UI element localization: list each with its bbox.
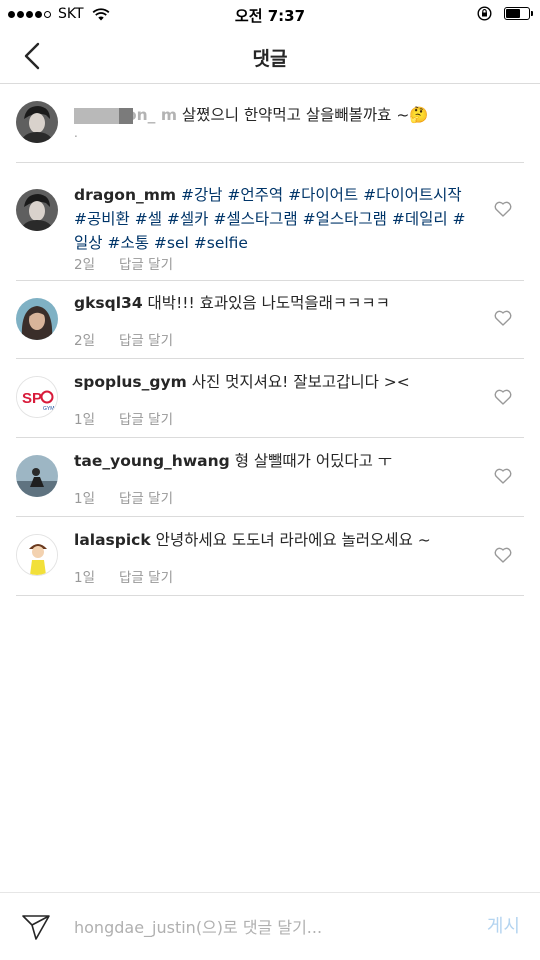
avatar[interactable]: [16, 298, 58, 340]
avatar[interactable]: SP GYM: [16, 376, 58, 418]
comment-text: lalaspick 안녕하세요 도도녀 라라에요 놀러오세요 ~: [74, 528, 478, 552]
username[interactable]: gksql34: [74, 294, 143, 312]
username[interactable]: tae_young_hwang: [74, 452, 230, 470]
like-heart-icon[interactable]: [494, 547, 512, 563]
reply-button[interactable]: 답글 달기: [119, 408, 173, 428]
hashtag[interactable]: #selfie: [194, 234, 248, 252]
reply-button[interactable]: 답글 달기: [119, 487, 173, 507]
comment-meta: 1일 답글 달기: [74, 408, 173, 428]
comment-message: 안녕하세요 도도녀 라라에요 놀러오세요 ~: [155, 531, 431, 549]
redacted-username-part: [118, 107, 133, 124]
battery-icon: [504, 7, 533, 20]
comment-text: tae_young_hwang 형 살뺄때가 어딨다고 ㅜ: [74, 449, 478, 473]
post-button[interactable]: 게시: [487, 912, 520, 938]
like-heart-icon[interactable]: [494, 201, 512, 217]
comment-item: gksql34 대박!!! 효과있음 나도먹을래ㅋㅋㅋㅋ 2일 답글 달기: [16, 281, 524, 359]
nav-bar: 댓글: [0, 30, 540, 84]
hashtag[interactable]: #데일리: [392, 210, 448, 228]
username[interactable]: spoplus_gym: [74, 373, 187, 391]
hashtag[interactable]: #언주역: [227, 186, 283, 204]
reply-button[interactable]: 답글 달기: [119, 566, 173, 586]
comment-input-bar: 게시: [0, 892, 540, 960]
svg-text:GYM: GYM: [43, 406, 54, 412]
avatar[interactable]: [16, 455, 58, 497]
comment-time: 2일: [74, 333, 96, 349]
page-title: 댓글: [252, 48, 288, 70]
comment-meta: 1일 답글 달기: [74, 566, 173, 586]
hashtag[interactable]: #공비환: [74, 210, 130, 228]
username[interactable]: dragon_mm: [74, 186, 176, 204]
hashtag[interactable]: #얼스타그램: [303, 210, 387, 228]
rotation-lock-icon: [477, 6, 492, 21]
comment-message: 형 살뺄때가 어딨다고 ㅜ: [234, 452, 393, 470]
comment-meta: 2일 답글 달기: [74, 253, 173, 273]
hashtag[interactable]: #셀: [135, 210, 162, 228]
hashtag[interactable]: #다이어트: [288, 186, 358, 204]
status-right: [477, 6, 533, 21]
caption-message: 살쪘으니 한약먹고 살을빼볼까효 ~🤔: [181, 106, 429, 124]
comment-list: on_ m 살쪘으니 한약먹고 살을빼볼까효 ~🤔 . dragon_mm #강…: [0, 84, 540, 596]
hashtag[interactable]: #셀스타그램: [213, 210, 297, 228]
comment-item: SP GYM spoplus_gym 사진 멋지셔요! 잘보고갑니다 >< 1일…: [16, 359, 524, 438]
comment-time: 1일: [74, 412, 96, 428]
comment-text: spoplus_gym 사진 멋지셔요! 잘보고갑니다 ><: [74, 370, 478, 394]
comment-text: dragon_mm #강남 #언주역 #다이어트 #다이어트시작 #공비환 #셀…: [74, 183, 478, 255]
avatar[interactable]: [16, 101, 58, 143]
comment-message: 사진 멋지셔요! 잘보고갑니다 ><: [191, 373, 410, 391]
username[interactable]: on_ m: [126, 106, 177, 124]
comment-meta: 2일 답글 달기: [74, 329, 173, 349]
hashtag[interactable]: #셀카: [167, 210, 209, 228]
comment-time: 1일: [74, 570, 96, 586]
send-direct-icon[interactable]: [20, 911, 52, 943]
comment-time: 2일: [74, 257, 96, 273]
comment-item: dragon_mm #강남 #언주역 #다이어트 #다이어트시작 #공비환 #셀…: [16, 163, 524, 281]
hashtag[interactable]: #sel: [154, 234, 189, 252]
comment-meta: 1일 답글 달기: [74, 487, 173, 507]
reply-button[interactable]: 답글 달기: [119, 253, 173, 273]
hashtag[interactable]: #강남: [181, 186, 223, 204]
comment-input[interactable]: [74, 913, 454, 941]
like-heart-icon[interactable]: [494, 389, 512, 405]
comment-item: tae_young_hwang 형 살뺄때가 어딨다고 ㅜ 1일 답글 달기: [16, 438, 524, 517]
caption-text: on_ m 살쪘으니 한약먹고 살을빼볼까효 ~🤔: [74, 103, 514, 127]
svg-text:SP: SP: [22, 390, 42, 407]
username[interactable]: lalaspick: [74, 531, 151, 549]
like-heart-icon[interactable]: [494, 310, 512, 326]
like-heart-icon[interactable]: [494, 468, 512, 484]
comment-message: 대박!!! 효과있음 나도먹을래ㅋㅋㅋㅋ: [147, 294, 390, 312]
reply-button[interactable]: 답글 달기: [119, 329, 173, 349]
status-bar: SKT 오전 7:37: [0, 0, 540, 30]
avatar[interactable]: [16, 534, 58, 576]
comment-text: gksql34 대박!!! 효과있음 나도먹을래ㅋㅋㅋㅋ: [74, 291, 478, 315]
caption-item: on_ m 살쪘으니 한약먹고 살을빼볼까효 ~🤔 .: [16, 84, 524, 163]
hashtag[interactable]: #소통: [107, 234, 149, 252]
caption-extra: .: [74, 126, 78, 140]
status-time: 오전 7:37: [234, 7, 306, 25]
hashtag[interactable]: #다이어트시작: [363, 186, 462, 204]
avatar[interactable]: [16, 189, 58, 231]
comment-time: 1일: [74, 491, 96, 507]
comment-item: lalaspick 안녕하세요 도도녀 라라에요 놀러오세요 ~ 1일 답글 달…: [16, 517, 524, 596]
